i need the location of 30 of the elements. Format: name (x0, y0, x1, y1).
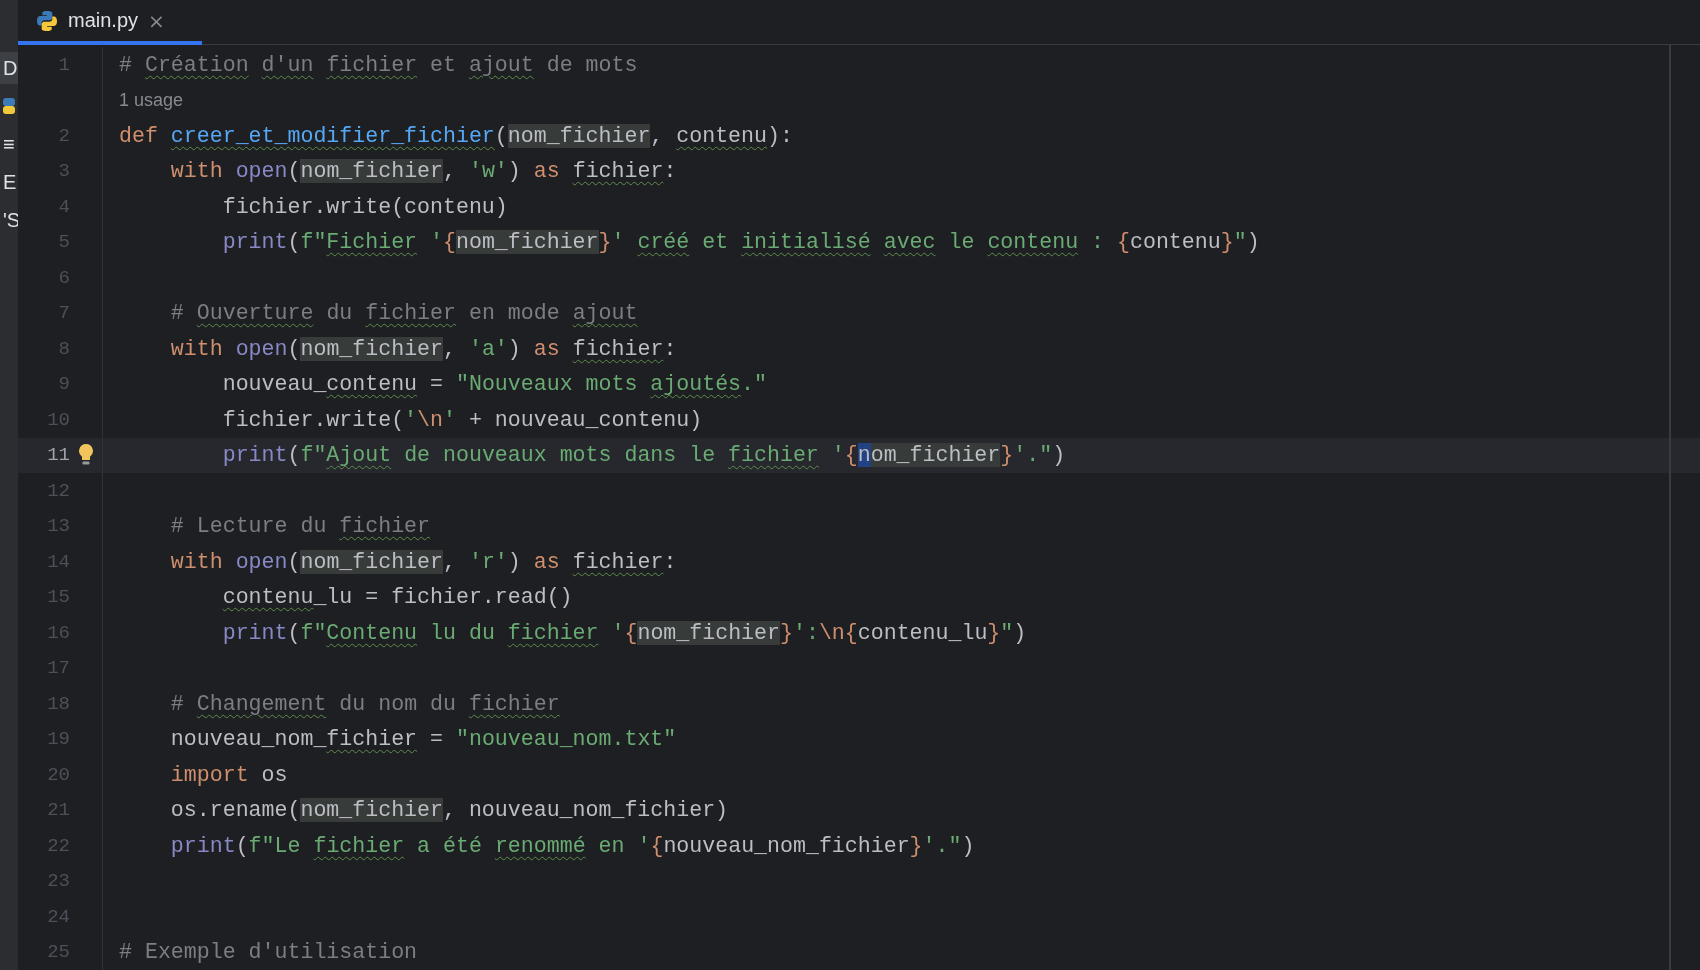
panel-label[interactable]: D (0, 52, 18, 84)
panel-label[interactable]: ≡ (0, 128, 18, 160)
code-line: with open(nom_fichier, 'w') as fichier: (169, 159, 677, 184)
code-line: # Changement du nom du fichier (169, 691, 560, 716)
code-line: print(f"Ajout de nouveaux mots dans le fichier '{nom_fichier}'.") (221, 443, 1066, 468)
usage-hint[interactable]: 1 usage (103, 89, 184, 111)
python-logo-icon (36, 9, 58, 32)
code-line: print(f"Fichier '{nom_fichier}' créé et initialisé avec le contenu : {contenu}") (221, 230, 1260, 255)
code-line: with open(nom_fichier, 'a') as fichier: (169, 336, 677, 361)
code-line: print(f"Le fichier a été renommé en '{nouveau_nom_fichier}'.") (169, 833, 975, 858)
code-line: contenu_lu = fichier.read() (221, 585, 573, 610)
code-line: with open(nom_fichier, 'r') as fichier: (169, 549, 677, 574)
code-line: os.rename(nom_fichier, nouveau_nom_fichier) (169, 798, 729, 823)
code-line: nouveau_nom_fichier = "nouveau_nom.txt" (169, 727, 677, 752)
editor-tab[interactable]: main.py × (18, 0, 202, 45)
close-tab-button[interactable]: × (148, 8, 165, 33)
code-line: def creer_et_modifier_fichier(nom_fichier, contenu): (118, 123, 793, 148)
code-line: # Ouverture du fichier en mode ajout (169, 301, 638, 326)
lightbulb-icon[interactable] (78, 443, 94, 468)
code-line: fichier.write(contenu) (221, 194, 508, 219)
code-line: # Exemple d'utilisation (118, 940, 418, 965)
panel-label[interactable]: E (0, 166, 18, 198)
code-line: nouveau_contenu = "Nouveaux mots ajoutés." (221, 372, 767, 397)
code-line: # Création d'un fichier et ajout de mots (118, 52, 638, 77)
code-line: fichier.write('\n' + nouveau_contenu) (221, 407, 703, 432)
code-line: print(f"Contenu lu du fichier '{nom_fichier}':\n{contenu_lu}") (221, 620, 1027, 645)
code-line: # Lecture du fichier (169, 514, 431, 539)
code-line: import os (169, 762, 288, 787)
tab-title: main.py (68, 9, 139, 32)
line-number: 11 (46, 444, 70, 467)
